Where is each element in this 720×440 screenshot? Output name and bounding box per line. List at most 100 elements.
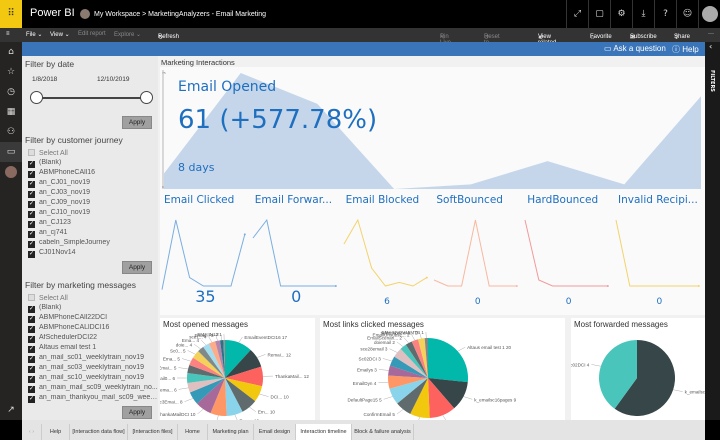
apply-messages-button[interactable]: Apply	[122, 406, 152, 419]
settings-gear-icon[interactable]: ⚙	[610, 0, 632, 28]
pie-leader-line	[181, 358, 191, 362]
app-launcher-icon[interactable]: ⠿	[0, 0, 22, 28]
filter-list-item[interactable]: ✓ an_CJ09_nov19	[28, 199, 158, 208]
filter-list-item[interactable]: ✓ an_cj741	[28, 229, 158, 238]
tab-home[interactable]: Home	[178, 424, 208, 440]
filter-list-item[interactable]: ✓ (Blank)	[28, 304, 158, 313]
pie-leader-line	[178, 387, 189, 390]
most-opened-pie-card[interactable]: Most opened messages EmailEventDCI16 17 Re…	[160, 318, 315, 420]
tab-block-failure-analysis[interactable]: Block & failure analysis	[352, 424, 414, 440]
sparkline-line	[343, 218, 427, 287]
more-options-icon[interactable]: ···	[708, 31, 714, 37]
apply-journey-button[interactable]: Apply	[122, 261, 152, 274]
pie-leader-line	[197, 408, 204, 415]
workspace-avatar-nav[interactable]	[0, 162, 22, 182]
apps-icon[interactable]: ▦	[0, 102, 22, 122]
report-canvas: Marketing Interactions 75 0 Email Opened…	[158, 56, 705, 420]
checked-checkbox-icon: ✓	[28, 211, 35, 218]
filter-list-item[interactable]: ✓ CJ01Nov14	[28, 249, 158, 258]
sparkline-card[interactable]: Email Blocked 6	[342, 192, 433, 315]
sparkline-card[interactable]: Email Clicked 35	[160, 192, 251, 315]
select-all-checkbox[interactable]: Select All	[28, 294, 158, 302]
most-clicked-pie-card[interactable]: Most links clicked messages Altaus email …	[320, 318, 565, 420]
filter-list-item[interactable]: ✓ cabeln_SimpleJourney	[28, 239, 158, 248]
tab-interaction-data-flow[interactable]: [Interaction data flow]	[70, 424, 128, 440]
tab-email-design[interactable]: Email design	[254, 424, 296, 440]
pie-slice[interactable]	[428, 338, 468, 383]
recent-clock-icon[interactable]: ◷	[0, 82, 22, 102]
shared-with-me-icon[interactable]: ⚇	[0, 122, 22, 142]
sparkline-chart	[161, 219, 246, 290]
axis-min-label: 0	[162, 185, 164, 189]
ask-question-button[interactable]: ▭ Ask a question	[604, 44, 666, 53]
date-start[interactable]: 1/8/2018	[32, 76, 57, 83]
sparkline-card[interactable]: Invalid Recipi... 0	[614, 192, 705, 315]
checked-checkbox-icon: ✓	[28, 396, 35, 403]
tab-interaction-files[interactable]: [Interaction files]	[128, 424, 178, 440]
pie-slice-label: EmailDyn 4	[353, 381, 377, 386]
filter-list-item[interactable]: ✓ an_CJ01_nov19	[28, 179, 158, 188]
kpi-period: 8 days	[178, 161, 215, 174]
select-all-checkbox[interactable]: Select All	[28, 149, 158, 157]
qna-bar: ▭ Ask a question ⓘ Help	[22, 42, 705, 56]
breadcrumb-workspace[interactable]: My Workspace	[94, 11, 140, 18]
filter-list-item[interactable]: ✓ ABMPhoneCALlDCI16	[28, 324, 158, 333]
apply-date-button[interactable]: Apply	[122, 116, 152, 129]
filter-list-item[interactable]: ✓ an_mail_sc03_weeklytrain_nov19	[28, 364, 158, 373]
user-avatar[interactable]	[698, 0, 720, 28]
date-slider-start-handle[interactable]	[30, 91, 43, 104]
filter-list-item[interactable]: ✓ an_main_thankyou_mail_sc09_week...	[28, 394, 158, 403]
pie-slice-label: Altaus ema... 6	[160, 387, 177, 392]
filter-list-item[interactable]: ✓ ABMPhoneCAll16	[28, 169, 158, 178]
filter-list-item[interactable]: ✓ an_CJ123	[28, 219, 158, 228]
filters-pane-toggle[interactable]: ‹ FILTERS	[705, 42, 720, 420]
filter-list-item[interactable]: ✓ an_mail_sc01_weeklytrain_nov19	[28, 354, 158, 363]
pie-slice-label: ConfirmEmail 5	[364, 412, 396, 417]
sparkline-end-point	[697, 285, 700, 287]
sparkline-card[interactable]: Email Forwar... 0	[251, 192, 342, 315]
home-icon[interactable]: ⌂	[0, 42, 22, 62]
date-slider-track[interactable]	[36, 97, 148, 99]
file-menu[interactable]: File ⌄	[26, 31, 42, 38]
workspaces-icon[interactable]: ▭	[0, 142, 22, 162]
help-button[interactable]: ⓘ Help	[672, 44, 699, 55]
favorites-star-icon[interactable]: ☆	[0, 62, 22, 82]
expand-icon[interactable]: ⤢	[566, 0, 588, 28]
sparkline-line	[252, 218, 336, 287]
sparkline-card[interactable]: SoftBounced 0	[432, 192, 523, 315]
email-opened-kpi-card[interactable]: 75 0 Email Opened 61 (+577.78%) 8 days	[160, 67, 705, 192]
pie-title: Most forwarded messages	[574, 320, 668, 329]
tab-interaction-timeline[interactable]: Interaction timeline	[296, 424, 352, 440]
help-icon[interactable]: ?	[654, 0, 676, 28]
feedback-smiley-icon[interactable]: ☺	[676, 0, 698, 28]
view-menu[interactable]: View ⌄	[50, 31, 70, 38]
most-forwarded-pie-card[interactable]: Most forwarded messages k_emailsc16pa... …	[571, 318, 705, 420]
notifications-icon[interactable]: ▢	[588, 0, 610, 28]
filter-list-item[interactable]: ✓ an_CJ03_nov19	[28, 189, 158, 198]
filter-list-item[interactable]: ✓ an_CJ10_nov19	[28, 209, 158, 218]
filter-list-item[interactable]: ✓ (Blank)	[28, 159, 158, 168]
tab-help[interactable]: Help	[42, 424, 70, 440]
pie-leader-line	[396, 409, 404, 415]
edit-report-button[interactable]: Edit report	[78, 31, 106, 37]
date-end[interactable]: 12/10/2019	[97, 76, 130, 83]
filter-list-item[interactable]: ✓ Altaus email test 1	[28, 344, 158, 353]
tab-marketing-plan[interactable]: Marketing plan	[208, 424, 254, 440]
download-icon[interactable]: ⤓	[632, 0, 654, 28]
chat-icon: ▭	[604, 44, 614, 53]
filter-list-item[interactable]: ✓ an_main_mail_sc09_weeklytrain_no...	[28, 384, 158, 393]
tab-scroll-arrows-icon[interactable]: ‹ ›	[22, 424, 42, 440]
nav-menu-icon[interactable]: ≡	[6, 31, 10, 37]
filter-list-item[interactable]: ✓ ABMPhoneCAll22DCI	[28, 314, 158, 323]
pie-slice-label: Remai... 12	[267, 352, 291, 357]
sparkline-card[interactable]: HardBounced 0	[523, 192, 614, 315]
date-slider-end-handle[interactable]	[140, 91, 153, 104]
pie-slice-label: ThankaMail... 12	[275, 374, 309, 379]
open-external-icon[interactable]: ↗	[0, 400, 22, 420]
explore-menu[interactable]: Explore ⌄	[114, 31, 141, 38]
collapse-chevron-icon[interactable]: ‹	[709, 42, 715, 56]
sparkline-line	[161, 219, 246, 290]
filter-list-item[interactable]: ✓ AfSchedulerDCI22	[28, 334, 158, 343]
filter-list-item[interactable]: ✓ an_mail_sc10_weeklytrain_nov19	[28, 374, 158, 383]
pie-slice-label: Emai... 5	[160, 366, 177, 371]
